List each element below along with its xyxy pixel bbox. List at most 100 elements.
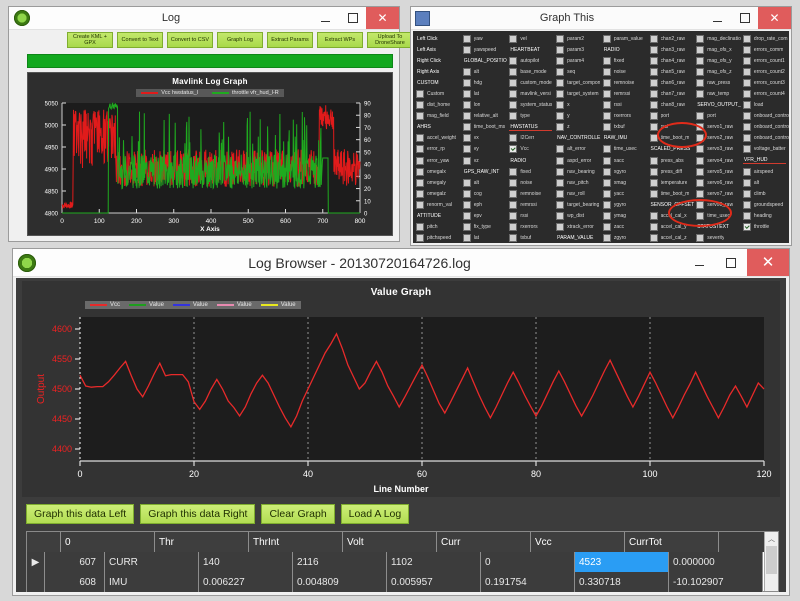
- checkbox-row-noise[interactable]: noise: [508, 177, 555, 188]
- checkbox-row-zgyro[interactable]: zgyro: [602, 233, 649, 243]
- checkbox-icon[interactable]: [509, 56, 518, 65]
- checkbox-icon[interactable]: [696, 178, 705, 187]
- checkbox-row-xmag[interactable]: xmag: [602, 177, 649, 188]
- checkbox-icon[interactable]: [742, 101, 751, 110]
- checkbox-icon[interactable]: [556, 101, 565, 110]
- checkbox-icon[interactable]: [509, 212, 518, 221]
- checkbox-row-eph[interactable]: eph: [462, 199, 509, 210]
- log-window[interactable]: Log ✕ Create KML + GPX Convert to Text Con…: [8, 6, 413, 242]
- table-cell[interactable]: 2116: [293, 552, 387, 572]
- checkbox-row-param2[interactable]: param2: [555, 33, 602, 44]
- checkbox-row-custom[interactable]: Custom: [415, 88, 462, 99]
- checkbox-icon[interactable]: [556, 200, 565, 209]
- checkbox-icon[interactable]: [556, 156, 565, 165]
- checkbox-row-errors-count2[interactable]: errors_count2: [742, 66, 789, 77]
- checkbox-icon[interactable]: [602, 212, 611, 221]
- checkbox-row-onboard-contro[interactable]: onboard_contro: [742, 133, 789, 144]
- checkbox-row-yawspeed[interactable]: yawspeed: [462, 44, 509, 55]
- checkbox-row-pitch[interactable]: pitch: [415, 222, 462, 233]
- checkbox-icon[interactable]: [742, 212, 751, 221]
- checkbox-row-lat[interactable]: lat: [462, 88, 509, 99]
- checkbox-row-load[interactable]: load: [742, 100, 789, 111]
- checkbox-row-accel-cal-z[interactable]: accel_cal_z: [649, 233, 696, 243]
- close-button[interactable]: ✕: [758, 7, 791, 29]
- checkbox-row-target-bearing[interactable]: target_bearing: [555, 199, 602, 210]
- checkbox-row-servo7-raw[interactable]: servo7_raw: [695, 188, 742, 199]
- checkbox-icon[interactable]: [416, 223, 424, 232]
- checkbox-row-onboard-contro[interactable]: onboard_contro: [742, 111, 789, 122]
- checkbox-row-accel-cal-y[interactable]: accel_cal_y: [649, 222, 696, 233]
- log-button-convert-to-csv[interactable]: Convert to CSV: [167, 32, 213, 48]
- checkbox-icon[interactable]: [696, 56, 705, 65]
- table-cell[interactable]: 0.000000: [669, 552, 763, 572]
- checkbox-row-base-mode[interactable]: base_mode: [508, 66, 555, 77]
- checkbox-row-error-yaw[interactable]: error_yaw: [415, 155, 462, 166]
- checkbox-row-autopilot[interactable]: autopilot: [508, 55, 555, 66]
- table-cell[interactable]: 0.006227: [199, 572, 293, 592]
- checkbox-row-chan2-raw[interactable]: chan2_raw: [649, 33, 696, 44]
- checkbox-row-chan6-raw[interactable]: chan6_raw: [649, 77, 696, 88]
- checkbox-icon[interactable]: [509, 134, 518, 143]
- browser-button-clear-graph[interactable]: Clear Graph: [261, 504, 335, 524]
- checkbox-row-servo3-raw[interactable]: servo3_raw: [695, 144, 742, 155]
- checkbox-row-target-system[interactable]: target_system: [555, 88, 602, 99]
- checkbox-icon[interactable]: [556, 34, 565, 43]
- checkbox-icon[interactable]: [696, 167, 705, 176]
- checkbox-icon[interactable]: [649, 223, 658, 232]
- checkbox-icon[interactable]: [416, 156, 424, 165]
- checkbox-row-alt[interactable]: alt: [462, 177, 509, 188]
- checkbox-row-yacc[interactable]: yacc: [602, 188, 649, 199]
- checkbox-row-vy[interactable]: vy: [462, 144, 509, 155]
- checkbox-row-error-rp[interactable]: error_rp: [415, 144, 462, 155]
- checkbox-row-omegalx[interactable]: omegalx: [415, 166, 462, 177]
- checkbox-icon[interactable]: [649, 212, 658, 221]
- checkbox-row-wp-dist[interactable]: wp_dist: [555, 211, 602, 222]
- checkbox-icon[interactable]: [649, 67, 658, 76]
- checkbox-row-vx[interactable]: vx: [462, 133, 509, 144]
- checkbox-icon[interactable]: [649, 189, 658, 198]
- table-cell[interactable]: 1102: [387, 552, 481, 572]
- browser-button-graph-this-data-right[interactable]: Graph this data Right: [140, 504, 256, 524]
- checkbox-icon[interactable]: [556, 178, 565, 187]
- log-button-upload-to-droneshare[interactable]: Upload To DroneShare: [367, 32, 413, 48]
- checkbox-row-severity[interactable]: severity: [695, 233, 742, 243]
- checkbox-row-param-value[interactable]: param_value: [602, 33, 649, 44]
- checkbox-row-mag-ofs-z[interactable]: mag_ofs_z: [695, 66, 742, 77]
- checkbox-icon[interactable]: [649, 167, 658, 176]
- checkbox-icon[interactable]: [462, 178, 471, 187]
- checkbox-icon[interactable]: [602, 200, 611, 209]
- checkbox-icon[interactable]: [696, 212, 705, 221]
- checkbox-icon[interactable]: [696, 234, 705, 243]
- checkbox-icon[interactable]: [649, 90, 658, 99]
- checkbox-icon[interactable]: [416, 134, 424, 143]
- log-window-controls[interactable]: ✕: [312, 7, 399, 29]
- checkbox-icon[interactable]: [556, 112, 565, 121]
- checkbox-row-fixed[interactable]: fixed: [602, 55, 649, 66]
- checkbox-row-txbuf[interactable]: txbuf: [602, 122, 649, 133]
- checkbox-row-param3[interactable]: param3: [555, 44, 602, 55]
- checkbox-icon[interactable]: [416, 189, 424, 198]
- checkbox-icon[interactable]: [742, 123, 751, 132]
- checkbox-row-ymag[interactable]: ymag: [602, 211, 649, 222]
- checkbox-icon[interactable]: [462, 90, 471, 99]
- checkbox-row-chan4-raw[interactable]: chan4_raw: [649, 55, 696, 66]
- checkbox-row-aspd-error[interactable]: aspd_error: [555, 155, 602, 166]
- checkbox-row-raw-press[interactable]: raw_press: [695, 77, 742, 88]
- checkbox-icon[interactable]: [556, 67, 565, 76]
- scroll-up-icon[interactable]: ︿: [765, 532, 778, 545]
- checkbox-icon[interactable]: [462, 134, 471, 143]
- log-button-extract-wps[interactable]: Extract WPs: [317, 32, 363, 48]
- checkbox-icon[interactable]: [742, 67, 751, 76]
- log-button-graph-log[interactable]: Graph Log: [217, 32, 263, 48]
- checkbox-row-servo5-raw[interactable]: servo5_raw: [695, 166, 742, 177]
- checkbox-row-nav-bearing[interactable]: nav_bearing: [555, 166, 602, 177]
- checkbox-row-vel[interactable]: vel: [508, 33, 555, 44]
- checkbox-icon[interactable]: [462, 34, 471, 43]
- checkbox-row-throttle[interactable]: throttle: [742, 222, 789, 233]
- checkbox-icon[interactable]: [602, 167, 611, 176]
- checkbox-row-mag-ofs-y[interactable]: mag_ofs_y: [695, 55, 742, 66]
- checkbox-row-rssi[interactable]: rssi: [508, 211, 555, 222]
- data-grid-scrollbar[interactable]: ︿: [764, 532, 778, 591]
- checkbox-row-seq[interactable]: seq: [555, 66, 602, 77]
- log-window-titlebar[interactable]: Log ✕: [9, 7, 399, 30]
